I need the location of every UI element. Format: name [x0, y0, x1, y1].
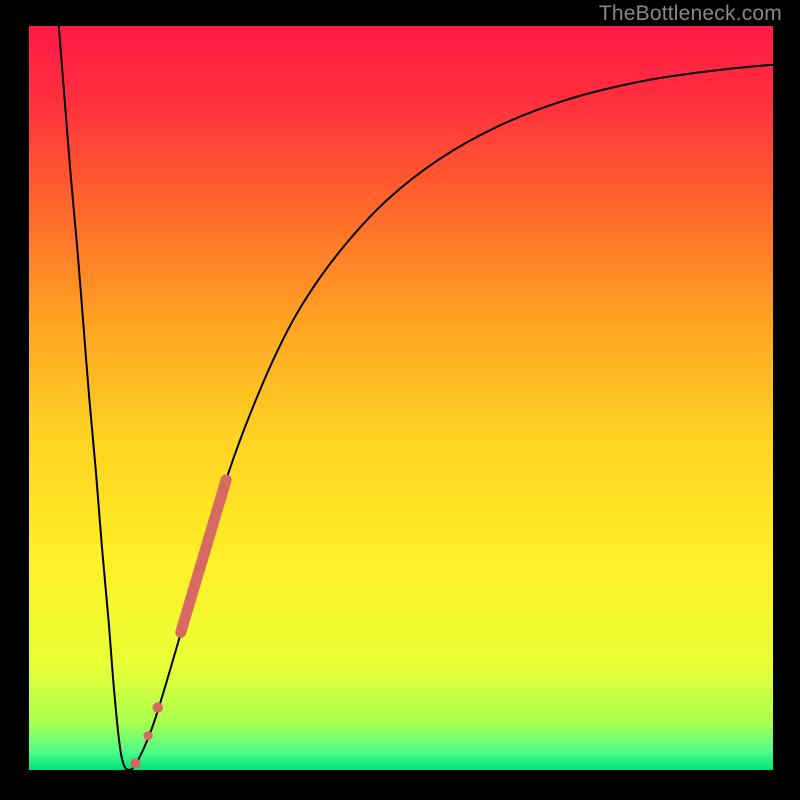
gradient-background — [29, 26, 773, 770]
watermark-text: TheBottleneck.com — [599, 2, 782, 26]
chart-frame: TheBottleneck.com — [0, 0, 800, 800]
highlight-dot-lower — [130, 758, 140, 768]
highlight-dot-upper — [153, 702, 163, 712]
plot-area — [29, 26, 773, 770]
highlight-dot-mid — [143, 731, 152, 740]
